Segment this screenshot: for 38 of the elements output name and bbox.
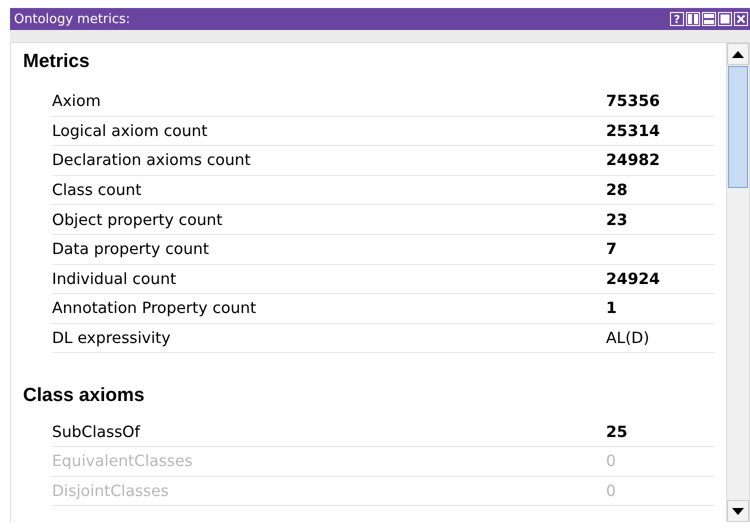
metric-label: Data property count (52, 240, 210, 258)
scroll-down-button[interactable] (727, 500, 749, 522)
split-horizontal-button[interactable] (702, 12, 716, 26)
metric-value: AL(D) (606, 329, 650, 348)
metric-value: 75356 (606, 92, 660, 110)
window-title: Ontology metrics: (14, 12, 132, 26)
metric-value: 24924 (606, 270, 660, 288)
metric-value: 25314 (606, 122, 660, 140)
metric-label: Declaration axioms count (52, 151, 252, 170)
split-vertical-button[interactable] (686, 12, 700, 26)
metric-value: 7 (606, 240, 617, 258)
metric-value: 0 (606, 482, 616, 500)
scroll-thumb[interactable] (728, 66, 748, 188)
section-heading: Metrics (23, 50, 91, 74)
metric-label: Axiom (52, 92, 102, 110)
metric-label: Logical axiom count (52, 122, 208, 140)
scroll-up-button[interactable] (727, 43, 749, 65)
metric-value: 24982 (606, 151, 660, 170)
metric-value: 1 (606, 299, 617, 318)
close-button[interactable] (734, 12, 748, 26)
up-arrow-icon (732, 50, 744, 58)
help-button[interactable]: ? (670, 12, 684, 26)
metric-label: EquivalentClasses (52, 452, 194, 470)
down-arrow-icon (732, 508, 744, 514)
maximize-button[interactable] (718, 12, 732, 26)
metric-value: 25 (606, 422, 628, 441)
section-heading: Class axioms (23, 384, 146, 408)
metric-label: Annotation Property count (52, 299, 258, 318)
metric-label: SubClassOf (52, 422, 142, 441)
metric-value: 28 (606, 181, 628, 200)
metric-label: DisjointClasses (52, 482, 170, 500)
metric-value: 0 (606, 452, 616, 470)
metric-label: Object property count (52, 210, 224, 229)
metric-label: DL expressivity (52, 329, 172, 348)
metric-value: 23 (606, 210, 628, 229)
metric-label: Individual count (52, 270, 178, 288)
metric-label: Class count (52, 181, 142, 200)
scrollbar[interactable] (726, 43, 749, 522)
